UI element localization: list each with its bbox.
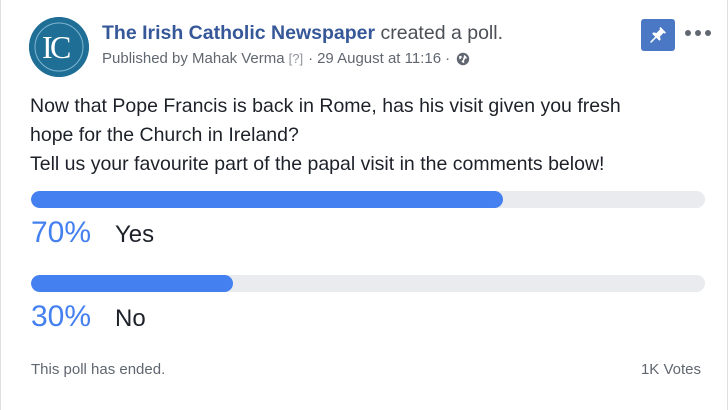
question-line: Now that Pope Francis is back in Rome, h…	[30, 95, 621, 117]
poll-option-yes-bar	[31, 191, 705, 208]
poll-status-text: This poll has ended.	[31, 361, 166, 378]
poll-option-no-fill	[31, 275, 234, 292]
poll-question: Now that Pope Francis is back in Rome, h…	[30, 92, 720, 179]
meta-separator: ·	[445, 50, 451, 67]
globe-icon[interactable]	[456, 52, 470, 66]
poll-vote-count[interactable]: 1K Votes	[641, 361, 701, 378]
svg-text:C: C	[50, 29, 71, 65]
published-by-text: Published by Mahak Verma	[102, 50, 285, 67]
question-line: hope for the Church in Ireland?	[30, 124, 299, 146]
post-title-line: The Irish Catholic Newspaper created a p…	[102, 21, 602, 45]
poll-post-card: I C The Irish Catholic Newspaper created…	[0, 0, 728, 410]
more-options-button[interactable]	[685, 27, 711, 39]
pin-button[interactable]	[641, 19, 675, 51]
post-header: The Irish Catholic Newspaper created a p…	[102, 21, 602, 68]
question-line: Tell us your favourite part of the papal…	[30, 153, 605, 175]
ellipsis-icon	[695, 30, 701, 36]
poll-option-no: 30% No	[31, 300, 146, 334]
post-meta: Published by Mahak Verma [?] · 29 August…	[102, 50, 602, 68]
post-timestamp[interactable]: 29 August at 11:16	[317, 50, 441, 68]
ellipsis-icon	[705, 30, 711, 36]
ellipsis-icon	[685, 30, 691, 36]
poll-option-percent: 70%	[31, 216, 92, 249]
poll-option-label: Yes	[115, 221, 155, 248]
poll-option-percent: 30%	[31, 300, 92, 333]
help-marker[interactable]: [?]	[289, 50, 303, 68]
irish-catholic-logo-icon: I C	[29, 17, 89, 77]
post-action-text: created a poll.	[375, 22, 503, 44]
page-name-link[interactable]: The Irish Catholic Newspaper	[102, 22, 375, 44]
poll-option-yes-fill	[31, 191, 503, 208]
poll-option-no-bar	[31, 275, 705, 292]
page-avatar[interactable]: I C	[29, 17, 89, 77]
meta-separator: ·	[308, 50, 314, 67]
pin-icon	[650, 27, 666, 43]
poll-option-label: No	[115, 305, 146, 332]
poll-option-yes: 70% Yes	[31, 216, 154, 250]
